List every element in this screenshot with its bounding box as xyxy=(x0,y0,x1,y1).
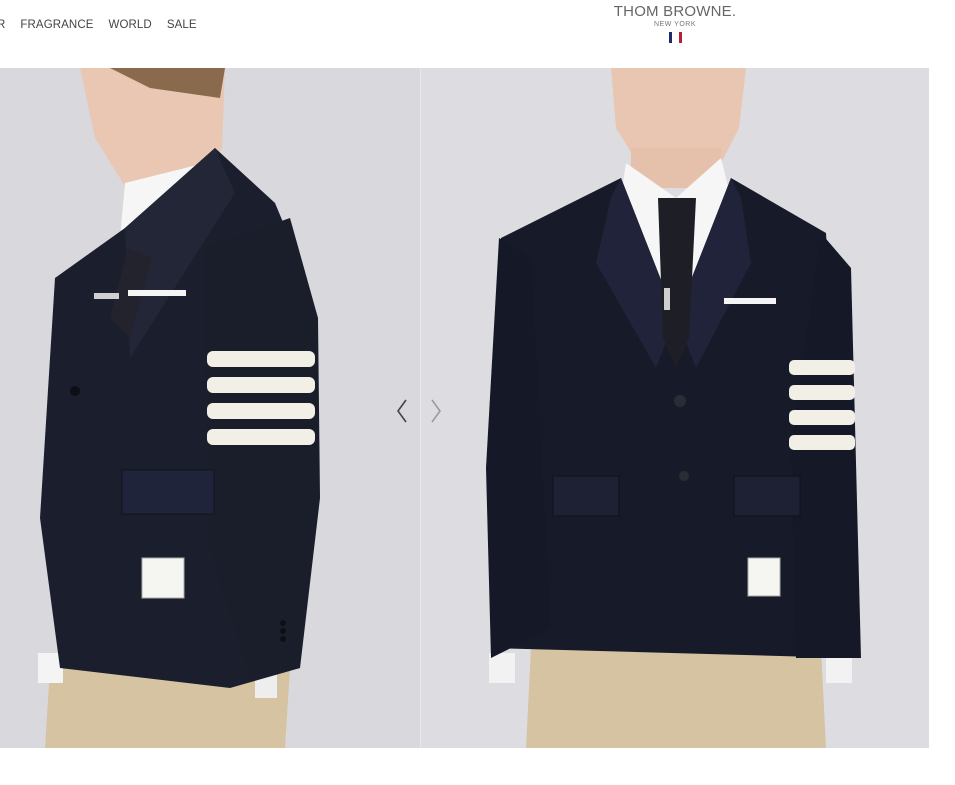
flag-stripe-red xyxy=(678,32,682,43)
nav-item-partial[interactable]: R xyxy=(0,19,5,31)
flag-icon xyxy=(668,32,682,43)
brand-name: THOM BROWNE. xyxy=(613,3,737,20)
product-image-side xyxy=(0,68,420,748)
header: R FRAGRANCE WORLD SALE THOM BROWNE. NEW … xyxy=(0,0,955,68)
chevron-right-icon xyxy=(431,399,441,423)
nav-item-fragrance[interactable]: FRAGRANCE xyxy=(20,19,93,31)
brand-logo[interactable]: THOM BROWNE. NEW YORK xyxy=(600,4,750,48)
flag-stripe-blue xyxy=(668,32,672,43)
flag-stripe-white xyxy=(673,32,677,43)
side-view-illustration xyxy=(0,68,420,748)
product-image-front xyxy=(421,68,929,748)
main-nav: R FRAGRANCE WORLD SALE xyxy=(0,19,212,31)
front-view-illustration xyxy=(421,68,929,748)
product-gallery xyxy=(0,68,929,748)
brand-city: NEW YORK xyxy=(654,21,696,28)
nav-item-sale[interactable]: SALE xyxy=(167,19,197,31)
nav-item-world[interactable]: WORLD xyxy=(109,19,152,31)
gallery-prev-button[interactable] xyxy=(392,396,412,426)
chevron-left-icon xyxy=(397,399,407,423)
gallery-next-button[interactable] xyxy=(426,396,446,426)
